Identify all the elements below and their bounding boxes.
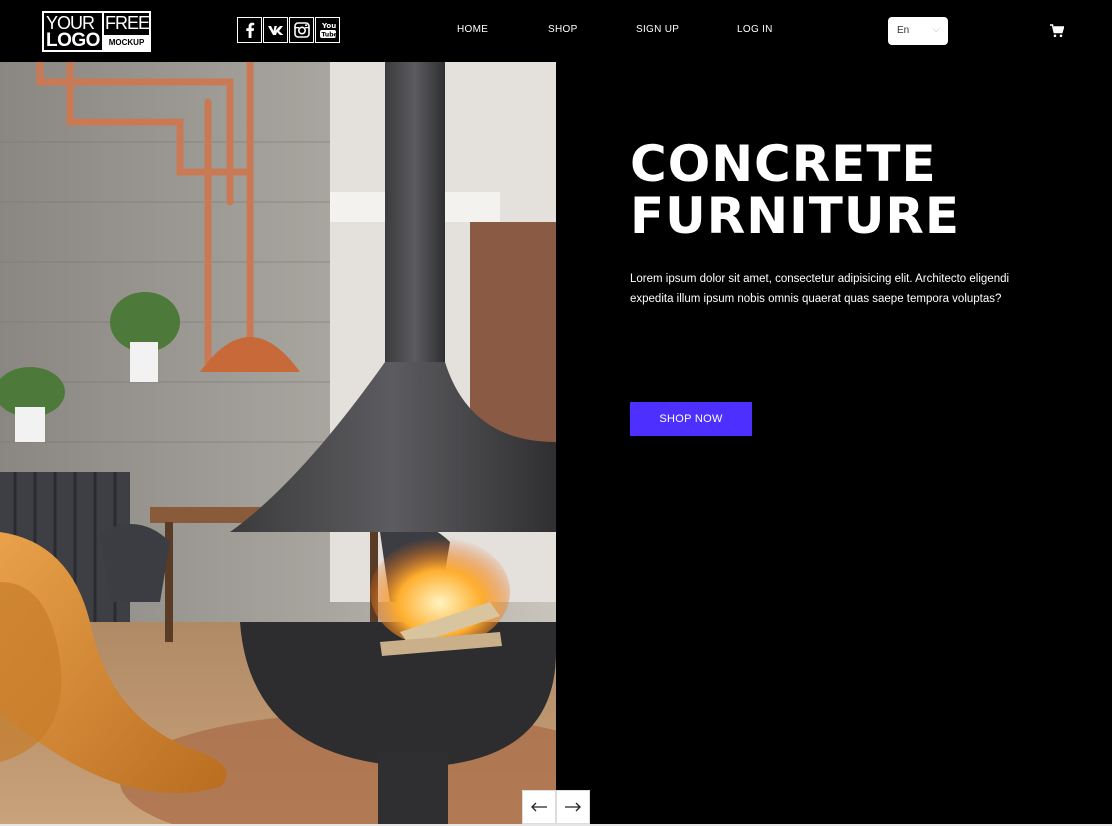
language-value: En: [897, 25, 910, 36]
site-header: YOUR LOGO FREE MOCKUP You Tube HOME SHOP …: [0, 0, 1112, 62]
svg-text:Tube: Tube: [321, 32, 337, 39]
hero-title-line1: CONCRETE: [630, 135, 937, 193]
nav-login[interactable]: LOG IN: [737, 24, 773, 35]
chevron-down-icon: ⌵: [932, 24, 940, 35]
vk-icon[interactable]: [263, 17, 288, 43]
nav-signup[interactable]: SIGN UP: [636, 24, 679, 35]
hero-title-line2: FURNITURE: [630, 187, 961, 245]
arrow-left-icon[interactable]: [522, 790, 556, 824]
language-select[interactable]: En ⌵: [888, 17, 948, 45]
hero-image: [0, 62, 556, 824]
nav-shop[interactable]: SHOP: [548, 24, 578, 35]
hero-title: CONCRETE FURNITURE: [630, 138, 1050, 242]
social-links: You Tube: [237, 17, 340, 43]
hero-description: Lorem ipsum dolor sit amet, consectetur …: [630, 273, 1010, 305]
svg-text:You: You: [321, 22, 336, 30]
logo-text-logo: LOGO: [46, 30, 100, 51]
instagram-icon[interactable]: [289, 17, 314, 43]
youtube-icon[interactable]: You Tube: [315, 17, 340, 43]
logo[interactable]: YOUR LOGO FREE MOCKUP: [42, 11, 151, 52]
shop-now-button[interactable]: SHOP NOW: [630, 402, 752, 436]
arrow-right-icon[interactable]: [556, 790, 590, 824]
nav-home[interactable]: HOME: [457, 24, 488, 35]
logo-text-mockup: MOCKUP: [104, 35, 149, 50]
cart-icon[interactable]: [1050, 24, 1065, 38]
facebook-icon[interactable]: [237, 17, 262, 43]
logo-text-free: FREE: [105, 13, 150, 33]
slider-controls: [522, 790, 590, 824]
